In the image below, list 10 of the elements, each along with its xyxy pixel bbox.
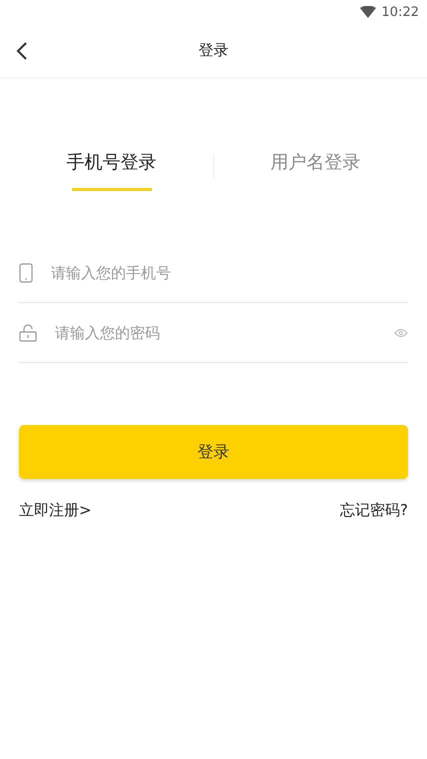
page-title: 登录: [198, 41, 228, 60]
lock-icon: [19, 324, 37, 342]
register-link[interactable]: 立即注册>: [19, 501, 92, 520]
wifi-icon: [360, 6, 376, 18]
login-tab[interactable]: 手机号登录: [10, 150, 213, 205]
login-button[interactable]: 登录: [19, 425, 408, 479]
login-tab[interactable]: 用户名登录: [214, 150, 417, 205]
clock-time: 10:22: [382, 4, 419, 20]
phone-icon: [19, 262, 33, 282]
forgot-password-link[interactable]: 忘记密码?: [340, 501, 408, 520]
